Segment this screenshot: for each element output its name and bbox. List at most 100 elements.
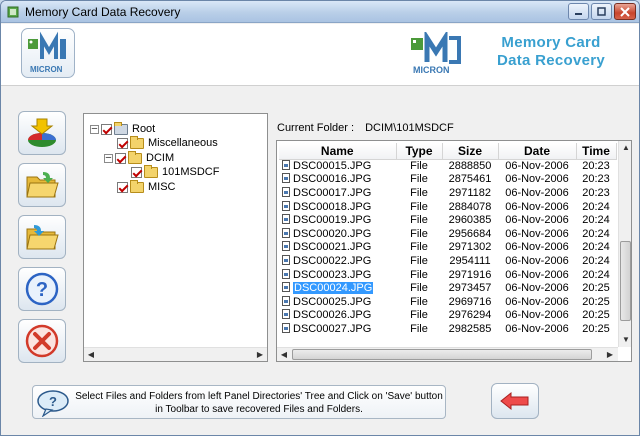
file-time-cell: 20:23 bbox=[582, 160, 610, 173]
column-header-time[interactable]: Time bbox=[576, 143, 617, 160]
open-folder-button[interactable] bbox=[18, 163, 66, 207]
tree-item-checkbox[interactable] bbox=[115, 152, 126, 164]
brand-title-line2: Data Recovery bbox=[496, 52, 606, 69]
directory-tree-panel[interactable]: − Root Miscellaneous − DCIM 101MSDCF MISC ◀ ▶ bbox=[83, 113, 268, 362]
tree-item-checkbox[interactable] bbox=[117, 137, 128, 149]
file-name: DSC00025.JPG bbox=[293, 295, 372, 308]
scroll-down-arrow-icon[interactable]: ▼ bbox=[619, 333, 631, 347]
exit-button[interactable] bbox=[18, 319, 66, 363]
table-row[interactable]: DSC00017.JPG File 2971182 06-Nov-2006 20:23 bbox=[279, 186, 616, 200]
column-header-type[interactable]: Type bbox=[396, 143, 443, 160]
column-header-name[interactable]: Name bbox=[279, 143, 397, 160]
file-type-cell: File bbox=[410, 268, 428, 281]
folder-save-icon bbox=[26, 225, 59, 250]
file-name-cell: DSC00017.JPG bbox=[279, 186, 396, 200]
recover-drive-button[interactable] bbox=[18, 111, 66, 155]
horizontal-scroll-thumb[interactable] bbox=[292, 349, 592, 360]
file-name: DSC00026.JPG bbox=[293, 309, 372, 322]
file-type-cell: File bbox=[410, 214, 428, 227]
table-row[interactable]: DSC00019.JPG File 2960385 06-Nov-2006 20:24 bbox=[279, 213, 616, 227]
current-folder-path: DCIM\101MSDCF bbox=[365, 122, 454, 134]
close-x-icon bbox=[25, 324, 59, 358]
column-header-size[interactable]: Size bbox=[442, 143, 499, 160]
image-file-icon bbox=[282, 186, 290, 197]
file-list-vertical-scrollbar[interactable]: ▲ ▼ bbox=[618, 141, 631, 347]
file-time-cell: 20:25 bbox=[582, 295, 610, 308]
column-header-date[interactable]: Date bbox=[498, 143, 577, 160]
tree-item-misc[interactable]: MISC bbox=[104, 179, 176, 194]
drive-icon bbox=[114, 121, 128, 135]
title-bar[interactable]: Memory Card Data Recovery bbox=[1, 1, 639, 23]
scroll-up-arrow-icon[interactable]: ▲ bbox=[619, 141, 631, 155]
save-button[interactable] bbox=[18, 215, 66, 259]
maximize-icon bbox=[597, 7, 606, 16]
file-name: DSC00018.JPG bbox=[293, 200, 372, 213]
file-time-cell: 20:23 bbox=[582, 186, 610, 199]
table-row[interactable]: DSC00018.JPG File 2884078 06-Nov-2006 20:24 bbox=[279, 200, 616, 214]
question-icon: ? bbox=[25, 272, 59, 306]
tree-item-dcim[interactable]: − DCIM bbox=[104, 150, 174, 165]
file-name: DSC00017.JPG bbox=[293, 186, 372, 199]
file-time-cell: 20:25 bbox=[582, 309, 610, 322]
table-row[interactable]: DSC00023.JPG File 2971916 06-Nov-2006 20:24 bbox=[279, 268, 616, 282]
table-row[interactable]: DSC00024.JPG File 2973457 06-Nov-2006 20:25 bbox=[279, 281, 616, 295]
file-date-cell: 06-Nov-2006 bbox=[505, 160, 569, 173]
help-button[interactable]: ? bbox=[18, 267, 66, 311]
scroll-right-arrow-icon[interactable]: ▶ bbox=[603, 348, 617, 361]
tree-item-checkbox[interactable] bbox=[117, 181, 128, 193]
file-type-cell: File bbox=[410, 254, 428, 267]
scroll-right-arrow-icon[interactable]: ▶ bbox=[253, 348, 267, 362]
file-name-cell: DSC00016.JPG bbox=[279, 173, 396, 187]
close-window-button[interactable] bbox=[614, 3, 636, 20]
file-list-horizontal-scrollbar[interactable]: ◀ ▶ bbox=[277, 347, 618, 361]
tree-item-root[interactable]: − Root bbox=[90, 121, 155, 136]
scroll-left-arrow-icon[interactable]: ◀ bbox=[84, 348, 98, 362]
file-name-cell: DSC00027.JPG bbox=[279, 322, 396, 336]
file-name: DSC00022.JPG bbox=[293, 254, 372, 267]
file-name: DSC00027.JPG bbox=[293, 322, 372, 335]
vertical-scroll-thumb[interactable] bbox=[620, 241, 631, 321]
table-row[interactable]: DSC00025.JPG File 2969716 06-Nov-2006 20:25 bbox=[279, 295, 616, 309]
file-list-panel[interactable]: Name Type Size Date Time DSC00015.JPG File 288… bbox=[276, 140, 632, 362]
table-row[interactable]: DSC00022.JPG File 2954111 06-Nov-2006 20:24 bbox=[279, 254, 616, 268]
collapse-toggle-icon[interactable]: − bbox=[90, 123, 99, 134]
svg-text:?: ? bbox=[49, 394, 57, 409]
current-folder: Current Folder : DCIM\101MSDCF bbox=[277, 122, 454, 134]
file-name-cell: DSC00019.JPG bbox=[279, 213, 396, 227]
image-file-icon bbox=[282, 268, 290, 279]
tree-item-label: 101MSDCF bbox=[162, 166, 220, 178]
file-name-cell: DSC00024.JPG bbox=[279, 281, 396, 295]
tree-item-miscellaneous[interactable]: Miscellaneous bbox=[104, 135, 218, 150]
logo-button[interactable]: MICRON bbox=[21, 28, 75, 78]
table-row[interactable]: DSC00026.JPG File 2976294 06-Nov-2006 20:25 bbox=[279, 309, 616, 323]
file-time-cell: 20:23 bbox=[582, 173, 610, 186]
collapse-toggle-icon[interactable]: − bbox=[104, 152, 113, 163]
file-name-cell: DSC00018.JPG bbox=[279, 200, 396, 214]
table-row[interactable]: DSC00027.JPG File 2982585 06-Nov-2006 20:25 bbox=[279, 322, 616, 336]
file-size-cell: 2971916 bbox=[448, 268, 492, 281]
scroll-left-arrow-icon[interactable]: ◀ bbox=[277, 348, 291, 361]
image-file-icon bbox=[282, 322, 290, 333]
file-date-cell: 06-Nov-2006 bbox=[505, 322, 569, 335]
file-size-cell: 2982585 bbox=[448, 322, 492, 335]
back-button[interactable] bbox=[491, 383, 539, 419]
file-name: DSC00021.JPG bbox=[293, 241, 372, 254]
status-hint-box: ? Select Files and Folders from left Pan… bbox=[32, 385, 446, 419]
back-arrow-icon bbox=[500, 391, 529, 411]
app-icon bbox=[7, 6, 19, 18]
table-row[interactable]: DSC00015.JPG File 2888850 06-Nov-2006 20:23 bbox=[279, 159, 616, 173]
tree-item-checkbox[interactable] bbox=[101, 123, 112, 135]
tree-horizontal-scrollbar[interactable]: ◀ ▶ bbox=[84, 347, 267, 361]
file-time-cell: 20:24 bbox=[582, 200, 610, 213]
tree-item-checkbox[interactable] bbox=[131, 166, 142, 178]
file-name: DSC00020.JPG bbox=[293, 227, 372, 240]
table-row[interactable]: DSC00020.JPG File 2956684 06-Nov-2006 20:24 bbox=[279, 227, 616, 241]
minimize-button[interactable] bbox=[568, 3, 589, 20]
table-row[interactable]: DSC00016.JPG File 2875461 06-Nov-2006 20:23 bbox=[279, 173, 616, 187]
tree-item-101msdcf[interactable]: 101MSDCF bbox=[118, 164, 220, 179]
file-date-cell: 06-Nov-2006 bbox=[505, 295, 569, 308]
file-name: DSC00019.JPG bbox=[293, 214, 372, 227]
maximize-button[interactable] bbox=[591, 3, 612, 20]
file-type-cell: File bbox=[410, 309, 428, 322]
table-row[interactable]: DSC00021.JPG File 2971302 06-Nov-2006 20:24 bbox=[279, 241, 616, 255]
